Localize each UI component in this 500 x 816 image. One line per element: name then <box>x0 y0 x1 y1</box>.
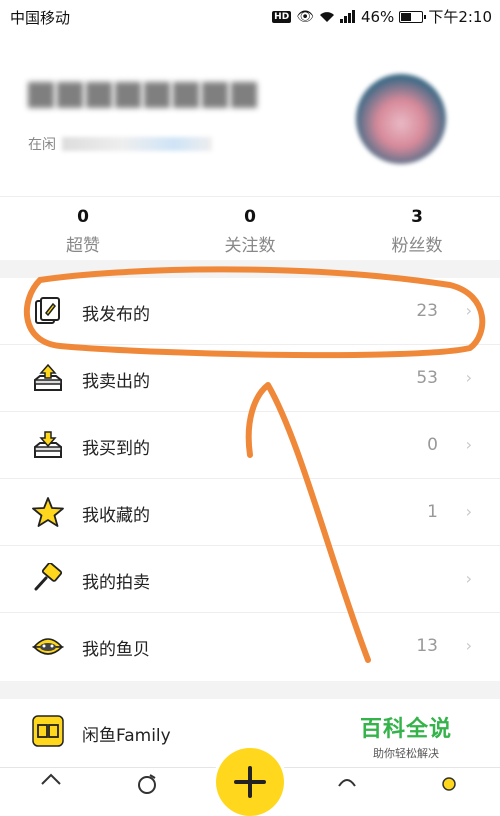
watermark-subtitle: 助你轻松解决 <box>373 747 439 760</box>
carrier-name: 中国移动 <box>10 9 71 27</box>
plus-icon <box>234 766 266 798</box>
wifi-icon <box>319 11 334 22</box>
star-icon <box>32 497 64 527</box>
stats-row: 0 超赞 0 关注数 3 粉丝数 <box>0 196 500 261</box>
section-divider <box>0 260 500 278</box>
menu-item-bought[interactable]: 我买到的 0 › <box>0 412 500 479</box>
home-tab-icon[interactable] <box>40 772 62 794</box>
me-tab-icon[interactable] <box>438 772 460 794</box>
message-tab-icon[interactable] <box>336 772 358 794</box>
shell-icon <box>32 638 64 655</box>
stat-value: 0 <box>244 207 256 227</box>
family-app-icon <box>32 715 64 747</box>
fish-pond-tab-icon[interactable] <box>136 772 158 794</box>
stat-followers[interactable]: 3 粉丝数 <box>334 197 500 261</box>
stat-label: 关注数 <box>224 236 276 256</box>
menu-item-label: 我的拍卖 <box>82 573 150 593</box>
profile-subtitle: 在闲 <box>28 134 212 154</box>
status-icons: HD 👁 46% 下午2:10 <box>272 6 492 27</box>
blurred-username <box>28 82 257 108</box>
watermark-title: 百科全说 <box>360 717 453 742</box>
chevron-right-icon: › <box>465 636 472 655</box>
chevron-right-icon: › <box>465 502 472 521</box>
menu-item-label: 我买到的 <box>82 439 150 459</box>
menu-item-sold[interactable]: 我卖出的 53 › <box>0 345 500 412</box>
menu-item-count: 1 <box>427 502 438 522</box>
hd-badge: HD <box>272 10 292 23</box>
watermark-logo: 百科全说 助你轻松解决 <box>360 711 452 761</box>
avatar[interactable] <box>356 74 446 164</box>
menu-item-label: 我的鱼贝 <box>82 640 150 660</box>
published-doc-icon <box>35 297 60 324</box>
stat-value: 0 <box>77 207 89 227</box>
battery-icon <box>399 10 427 23</box>
menu-item-count: 23 <box>416 301 438 321</box>
family-label: 闲鱼Family <box>82 726 171 746</box>
stat-likes[interactable]: 0 超赞 <box>0 197 166 261</box>
chevron-right-icon: › <box>465 569 472 588</box>
menu-item-shells[interactable]: 我的鱼贝 13 › <box>0 613 500 680</box>
eye-icon: 👁 <box>296 8 314 25</box>
section-divider <box>0 681 500 699</box>
stat-value: 3 <box>411 207 423 227</box>
sold-box-icon <box>34 363 62 391</box>
menu-item-label: 我收藏的 <box>82 506 150 526</box>
menu-item-count: 13 <box>416 636 438 656</box>
clock: 下午2:10 <box>428 8 492 26</box>
chevron-right-icon: › <box>465 435 472 454</box>
profile-header[interactable]: 在闲 <box>0 34 500 194</box>
menu-item-count: 53 <box>416 368 438 388</box>
my-menu-list: 我发布的 23 › 我卖出的 53 › 我买到的 0 › 我收藏的 1 › 我的… <box>0 278 500 680</box>
status-bar: 中国移动 HD 👁 46% 下午2:10 <box>0 0 500 34</box>
auction-hammer-icon <box>34 563 63 591</box>
chevron-right-icon: › <box>465 301 472 320</box>
bought-box-icon <box>34 431 62 458</box>
battery-percent: 46% <box>360 7 395 26</box>
menu-item-count: 0 <box>427 435 438 455</box>
menu-item-label: 我发布的 <box>82 305 150 325</box>
menu-item-auction[interactable]: 我的拍卖 › <box>0 546 500 613</box>
publish-fab-button[interactable] <box>216 748 284 816</box>
signal-icon <box>339 10 355 23</box>
stat-label: 粉丝数 <box>391 236 443 256</box>
menu-item-label: 我卖出的 <box>82 372 150 392</box>
stat-label: 超赞 <box>66 236 100 256</box>
chevron-right-icon: › <box>465 368 472 387</box>
stat-following[interactable]: 0 关注数 <box>166 197 334 261</box>
menu-item-published[interactable]: 我发布的 23 › <box>0 278 500 345</box>
menu-item-favorites[interactable]: 我收藏的 1 › <box>0 479 500 546</box>
